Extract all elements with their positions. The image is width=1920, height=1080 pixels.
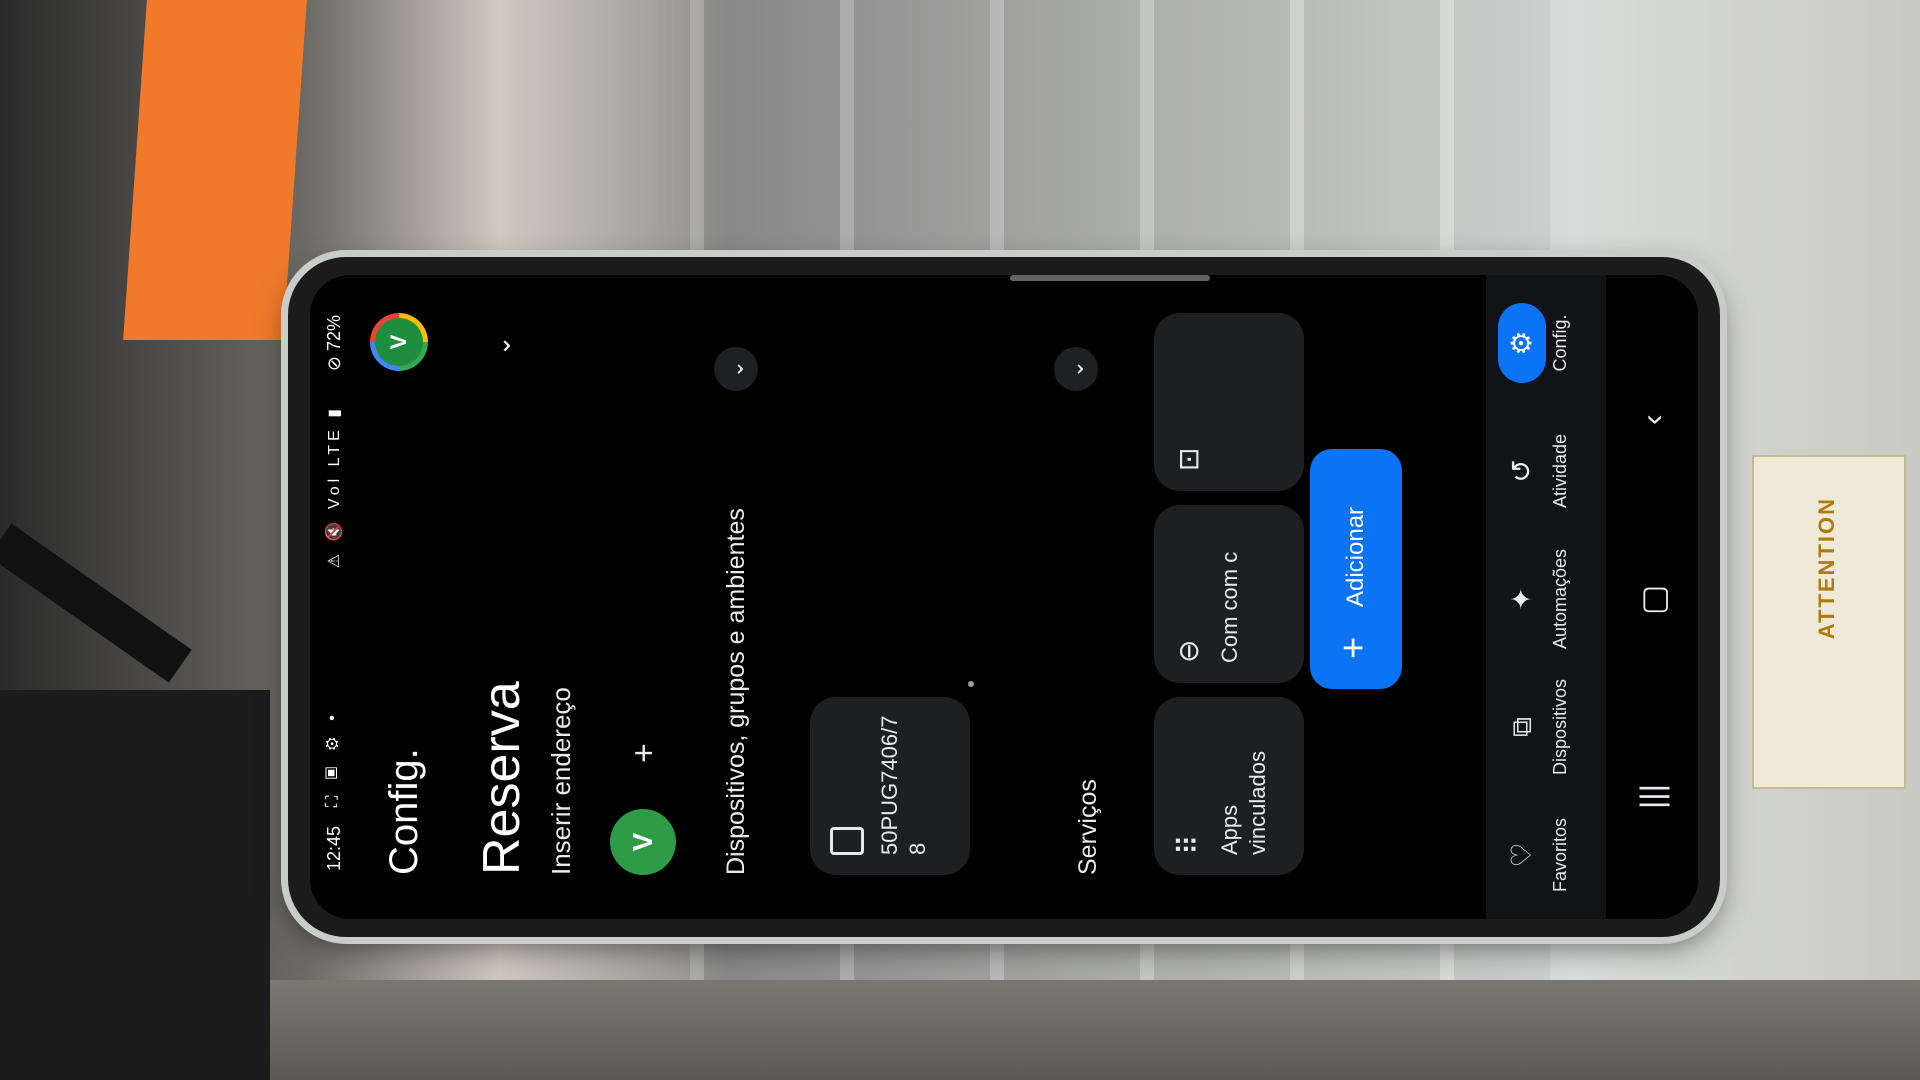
media-icon: ⊡: [1173, 447, 1204, 471]
device-card[interactable]: 50PUG7406/78: [810, 697, 970, 875]
back-icon[interactable]: ‹: [1634, 414, 1671, 425]
scrollbar[interactable]: [1010, 275, 1210, 281]
nav-item-settings[interactable]: ⚙ Config.: [1498, 279, 1571, 407]
nav-label: Atividade: [1550, 433, 1570, 509]
status-notification-icons: ⛶ ▣ ⚙ •: [324, 709, 341, 807]
nav-label: Config.: [1550, 314, 1570, 372]
nav-label: Favoritos: [1550, 817, 1570, 893]
account-avatar-initial: V: [375, 318, 423, 366]
nav-item-devices[interactable]: ⧉ Dispositivos: [1498, 663, 1571, 791]
nav-item-activity[interactable]: ↺ Atividade: [1498, 407, 1571, 535]
home-chevron-down-icon[interactable]: ⌄: [486, 335, 517, 357]
recents-icon[interactable]: |||: [1634, 784, 1671, 809]
plus-icon: +: [1333, 636, 1375, 659]
status-battery: ⊘ 72%: [324, 315, 344, 372]
app-portrait-content: 12:45 ⛶ ▣ ⚙ • ⚠ 🔇 Vol LTE ▮ ⊘ 72% Config…: [310, 275, 1698, 919]
services-section-title: Serviços: [1074, 779, 1102, 875]
background-floor: [0, 980, 1920, 1080]
home-icon[interactable]: ▢: [1634, 585, 1672, 615]
phone: 12:45 ⛶ ▣ ⚙ • ⚠ 🔇 Vol LTE ▮ ⊘ 72% Config…: [288, 257, 1720, 937]
background-dark-object: [0, 690, 270, 1080]
service-card-label: Apps vinculados: [1217, 751, 1270, 855]
service-card-label: Com com c: [1217, 551, 1242, 663]
account-avatar[interactable]: V: [370, 313, 428, 371]
service-card-apps[interactable]: ⠿ Apps vinculados: [1154, 697, 1304, 875]
page-title: Config.: [382, 748, 426, 875]
devices-icon: ⧉: [1506, 717, 1537, 737]
address-link[interactable]: Inserir endereço: [546, 687, 577, 875]
background-warning-sticker: ATTENTION: [1752, 455, 1906, 789]
add-member-icon[interactable]: +: [620, 729, 668, 777]
phone-screen: 12:45 ⛶ ▣ ⚙ • ⚠ 🔇 Vol LTE ▮ ⊘ 72% Config…: [310, 275, 1698, 919]
status-signal-icons: ⚠ 🔇 Vol LTE ▮: [326, 405, 343, 569]
services-chevron-down-icon[interactable]: ⌄: [1054, 347, 1098, 391]
device-name: 50PUG7406/78: [877, 715, 930, 855]
nav-label: Automações: [1550, 548, 1570, 650]
system-navigation: ||| ▢ ‹: [1610, 275, 1698, 919]
nav-item-automations[interactable]: ✦ Automações: [1498, 535, 1571, 663]
status-time: 12:45: [324, 825, 344, 871]
page-indicator-dot: [968, 681, 974, 687]
home-name[interactable]: Reserva: [472, 681, 532, 875]
devices-chevron-down-icon[interactable]: ⌄: [714, 347, 758, 391]
service-card-media[interactable]: ⊡: [1154, 313, 1304, 491]
background-cable: [0, 523, 192, 683]
bottom-navigation: ♡ Favoritos ⧉ Dispositivos ✦ Automações …: [1486, 275, 1606, 919]
background-orange-object: [123, 0, 307, 340]
sparkle-icon: ✦: [1506, 587, 1537, 611]
add-button[interactable]: + Adicionar: [1310, 449, 1402, 689]
heart-icon: ♡: [1506, 842, 1537, 868]
gear-icon: ⚙: [1498, 303, 1546, 383]
apps-grid-icon: ⠿: [1173, 834, 1204, 855]
add-button-label: Adicionar: [1342, 506, 1369, 607]
device-icon: [830, 827, 864, 855]
devices-section-title: Dispositivos, grupos e ambientes: [722, 508, 750, 875]
service-card-link[interactable]: ⊖ Com com c: [1154, 505, 1304, 683]
member-avatar[interactable]: V: [610, 809, 676, 875]
history-icon: ↺: [1506, 459, 1537, 483]
nav-label: Dispositivos: [1550, 678, 1570, 776]
status-bar: 12:45 ⛶ ▣ ⚙ • ⚠ 🔇 Vol LTE ▮ ⊘ 72%: [310, 275, 354, 919]
link-icon: ⊖: [1173, 639, 1204, 663]
nav-item-favorites[interactable]: ♡ Favoritos: [1498, 791, 1571, 919]
